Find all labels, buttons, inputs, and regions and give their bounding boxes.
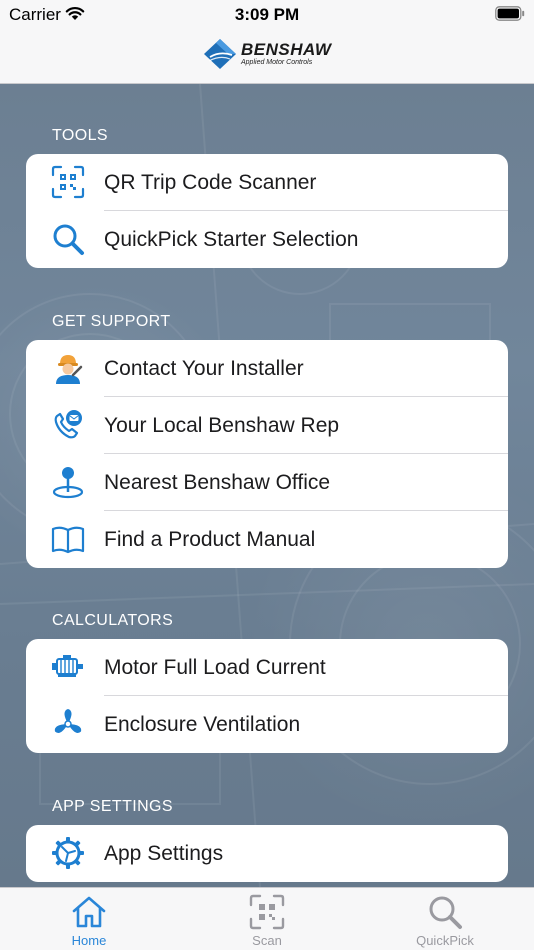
qr-scan-icon: [50, 164, 86, 200]
home-content[interactable]: TOOLS QR Trip Code Scanner QuickPick Sta…: [0, 84, 534, 887]
home-icon: [72, 896, 106, 928]
status-time: 3:09 PM: [234, 5, 300, 24]
battery-icon: [495, 6, 525, 21]
search-icon: [50, 221, 86, 257]
installer-icon: [50, 350, 86, 386]
book-icon: [50, 521, 86, 557]
section-title-tools: TOOLS: [52, 127, 108, 144]
menu-item-qr-trip-code-scanner[interactable]: QR Trip Code Scanner: [26, 154, 508, 211]
menu-item-contact-your-installer[interactable]: Contact Your Installer: [26, 340, 508, 397]
app-header: BENSHAW Applied Motor Controls: [0, 30, 534, 84]
brand-name: BENSHAW: [241, 40, 332, 59]
tools-card: QR Trip Code Scanner QuickPick Starter S…: [26, 154, 508, 268]
tab-label: Scan: [252, 933, 282, 948]
menu-item-label: Nearest Benshaw Office: [104, 470, 331, 494]
phone-mail-icon: [50, 407, 86, 443]
section-title-calculators: CALCULATORS: [52, 612, 174, 629]
menu-item-label: QuickPick Starter Selection: [104, 227, 359, 251]
settings-card: App Settings: [26, 825, 508, 882]
menu-item-label: Motor Full Load Current: [104, 655, 326, 679]
tab-label: QuickPick: [416, 933, 474, 948]
menu-item-app-settings[interactable]: App Settings: [26, 825, 508, 882]
menu-item-find-a-product-manual[interactable]: Find a Product Manual: [26, 511, 508, 568]
tab-label: Home: [71, 933, 107, 948]
menu-item-label: Contact Your Installer: [104, 356, 304, 380]
support-card: Contact Your Installer Your Local Bensha…: [26, 340, 508, 568]
gear-icon: [50, 835, 86, 871]
menu-item-label: Your Local Benshaw Rep: [104, 413, 340, 437]
menu-item-quickpick-starter-selection[interactable]: QuickPick Starter Selection: [26, 211, 508, 268]
search-icon: [429, 896, 462, 929]
tab-scan[interactable]: Scan: [207, 888, 327, 950]
menu-item-motor-full-load-current[interactable]: Motor Full Load Current: [26, 639, 508, 696]
app-screen: Carrier 3:09 PM BENSHAW Applied Motor Co…: [0, 0, 534, 950]
logo-mark-icon: [204, 39, 236, 69]
motor-icon: [50, 649, 86, 685]
menu-item-label: Enclosure Ventilation: [104, 712, 301, 736]
brand-tagline: Applied Motor Controls: [241, 59, 313, 66]
menu-item-label: App Settings: [104, 841, 224, 865]
qr-scan-icon: [249, 894, 285, 930]
fan-icon: [50, 706, 86, 742]
location-pin-icon: [50, 464, 86, 500]
menu-item-your-local-benshaw-rep[interactable]: Your Local Benshaw Rep: [26, 397, 508, 454]
section-title-get-support: GET SUPPORT: [52, 313, 171, 330]
section-title-app-settings: APP SETTINGS: [52, 798, 173, 815]
menu-item-label: QR Trip Code Scanner: [104, 170, 317, 194]
menu-item-label: Find a Product Manual: [104, 527, 316, 551]
menu-item-nearest-benshaw-office[interactable]: Nearest Benshaw Office: [26, 454, 508, 511]
menu-item-enclosure-ventilation[interactable]: Enclosure Ventilation: [26, 696, 508, 753]
status-bar: Carrier 3:09 PM: [0, 0, 534, 30]
tab-bar: Home Scan QuickPick: [0, 887, 534, 950]
tab-home[interactable]: Home: [29, 888, 149, 950]
benshaw-logo: BENSHAW Applied Motor Controls: [202, 37, 334, 71]
calculators-card: Motor Full Load Current Enclosure Ventil…: [26, 639, 508, 753]
tab-quickpick[interactable]: QuickPick: [385, 888, 505, 950]
